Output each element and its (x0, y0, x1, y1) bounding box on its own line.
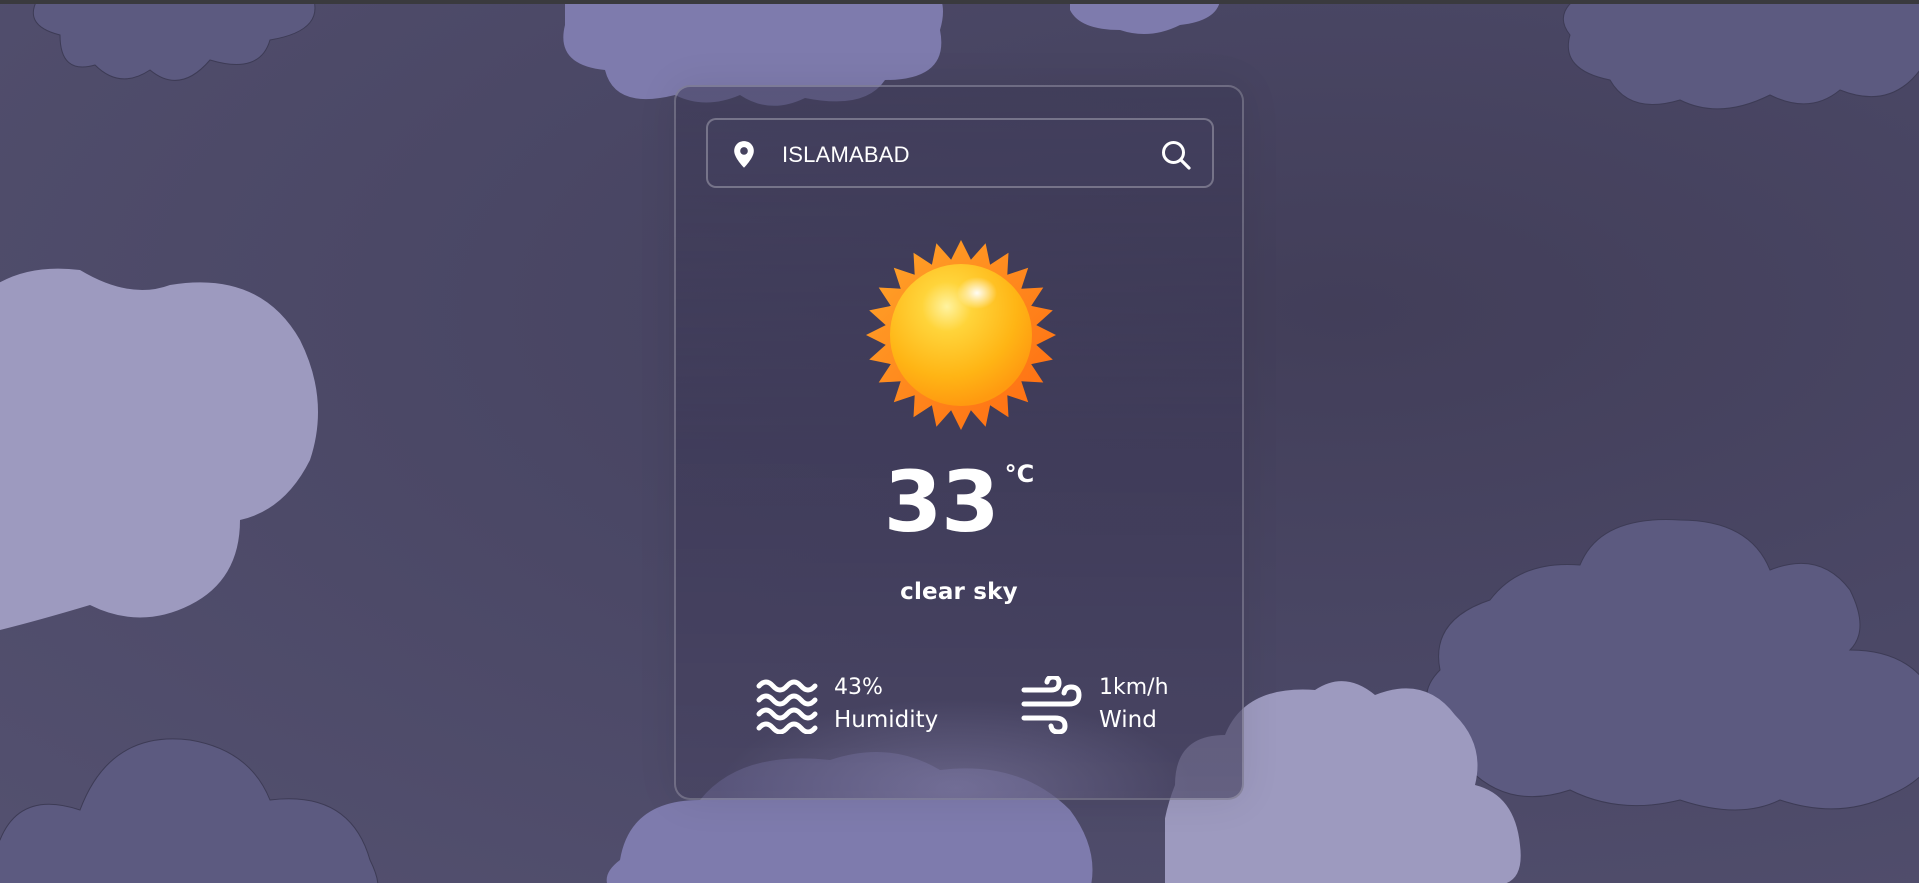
search-box (706, 118, 1214, 188)
cloud-top-small (1060, 0, 1230, 40)
app-background: 33°C clear sky 43% Humidity (0, 0, 1919, 883)
temperature-unit: °C (1004, 460, 1035, 488)
search-icon[interactable] (1160, 139, 1192, 171)
sun-icon (865, 239, 1057, 431)
humidity-value: 43% (834, 675, 883, 700)
humidity-waves-icon (756, 676, 818, 735)
cloud-top-right (1540, 0, 1919, 120)
weather-card: 33°C clear sky 43% Humidity (674, 85, 1244, 800)
map-pin-icon (730, 140, 758, 170)
wind-text: 1km/h Wind (1099, 672, 1169, 736)
temperature-value: 33 (883, 453, 1000, 551)
wind-label: Wind (1099, 707, 1157, 733)
cloud-bottom-left (0, 730, 400, 883)
window-top-border (0, 0, 1919, 4)
weather-description: clear sky (900, 579, 1018, 605)
cloud-top-left (0, 0, 340, 90)
humidity-text: 43% Humidity (834, 672, 938, 736)
humidity-label: Humidity (834, 707, 939, 733)
temperature-display: 33 °C (676, 452, 1242, 552)
wind-icon (1021, 674, 1083, 735)
search-input[interactable] (780, 134, 1144, 176)
wind-value: 1km/h (1099, 675, 1169, 700)
cloud-left-large (0, 260, 340, 640)
